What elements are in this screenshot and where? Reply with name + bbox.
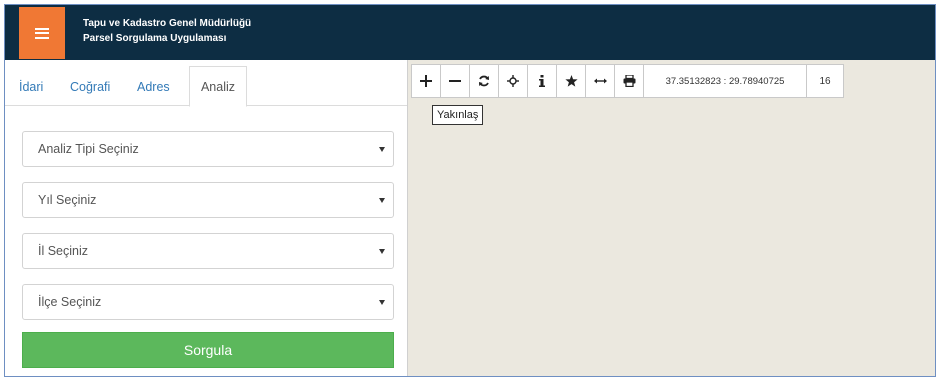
favorite-button[interactable] — [556, 64, 586, 98]
tab-analiz[interactable]: Analiz — [189, 66, 247, 107]
print-button[interactable] — [614, 64, 644, 98]
zoom-out-icon — [449, 80, 461, 82]
measure-icon — [593, 78, 607, 84]
zoom-level-display: 16 — [806, 64, 844, 98]
tab-cografi[interactable]: Coğrafi — [70, 80, 110, 94]
chevron-down-icon — [379, 147, 385, 152]
province-value: İl Seçiniz — [38, 244, 89, 258]
locate-button[interactable] — [498, 64, 528, 98]
chevron-down-icon — [379, 300, 385, 305]
locate-icon — [507, 75, 519, 87]
chevron-down-icon — [379, 198, 385, 203]
year-select[interactable]: Yıl Seçiniz — [22, 182, 394, 218]
zoom-out-button[interactable] — [440, 64, 470, 98]
zoom-in-button[interactable] — [411, 64, 441, 98]
hamburger-menu-icon — [35, 27, 49, 39]
print-icon — [623, 75, 635, 87]
refresh-button[interactable] — [469, 64, 499, 98]
info-button[interactable] — [527, 64, 557, 98]
tab-idari[interactable]: İdari — [19, 80, 43, 94]
query-button[interactable]: Sorgula — [22, 332, 394, 368]
map-area[interactable]: 37.35132823 : 29.78940725 16 Yakınlaş — [407, 60, 935, 376]
chevron-down-icon — [379, 249, 385, 254]
zoom-in-icon — [420, 75, 432, 87]
coordinates-display: 37.35132823 : 29.78940725 — [643, 64, 807, 98]
zoom-in-tooltip: Yakınlaş — [432, 105, 484, 125]
analysis-type-value: Analiz Tipi Seçiniz — [38, 142, 139, 156]
year-value: Yıl Seçiniz — [38, 193, 97, 207]
province-select[interactable]: İl Seçiniz — [22, 233, 394, 269]
app-title-line1: Tapu ve Kadastro Genel Müdürlüğü — [83, 18, 252, 29]
app-title: Tapu ve Kadastro Genel Müdürlüğü Parsel … — [83, 16, 251, 46]
query-panel: İdari Coğrafi Adres Analiz Analiz Tipi S… — [5, 60, 407, 376]
district-value: İlçe Seçiniz — [38, 295, 102, 309]
tab-adres[interactable]: Adres — [137, 80, 170, 94]
refresh-icon — [479, 75, 489, 87]
info-icon — [539, 75, 545, 87]
map-toolbar: 37.35132823 : 29.78940725 16 — [411, 64, 844, 98]
analysis-type-select[interactable]: Analiz Tipi Seçiniz — [22, 131, 394, 167]
district-select[interactable]: İlçe Seçiniz — [22, 284, 394, 320]
measure-button[interactable] — [585, 64, 615, 98]
app-header: Tapu ve Kadastro Genel Müdürlüğü Parsel … — [5, 5, 935, 60]
app-title-line2: Parsel Sorgulama Uygulaması — [83, 33, 227, 44]
query-tabs: İdari Coğrafi Adres Analiz — [5, 60, 407, 107]
star-icon — [564, 75, 578, 87]
hamburger-menu-button[interactable] — [19, 7, 65, 59]
app-window: Tapu ve Kadastro Genel Müdürlüğü Parsel … — [4, 4, 936, 377]
